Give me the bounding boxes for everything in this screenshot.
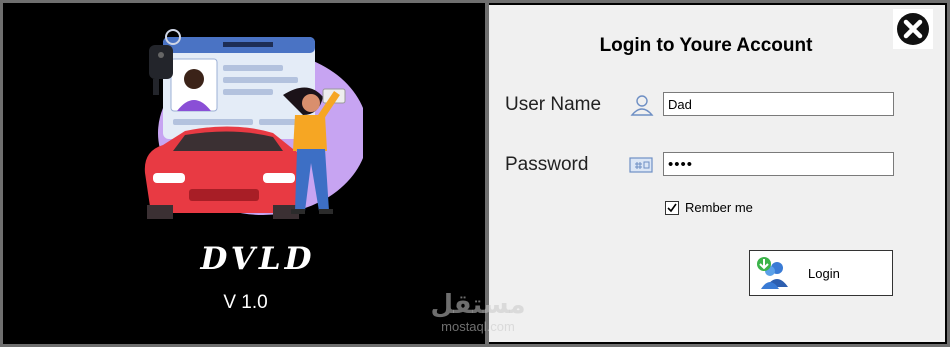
password-label: Password	[505, 154, 589, 175]
user-icon	[630, 95, 654, 116]
app-title: DVLD	[200, 241, 316, 277]
login-panel: Login to Youre Account User Name Passwor…	[489, 5, 945, 342]
watermark-latin: mostaql.com	[441, 319, 515, 334]
login-button-label: Login	[808, 265, 840, 281]
username-label: User Name	[505, 94, 602, 115]
remember-me-checkbox[interactable]	[665, 200, 679, 215]
login-button[interactable]: Login	[749, 250, 893, 296]
branding-panel: DVLD V 1.0	[3, 3, 485, 344]
password-input[interactable]	[663, 152, 894, 176]
username-input[interactable]	[663, 92, 894, 116]
app-version: V 1.0	[223, 292, 268, 313]
remember-me-label: Rember me	[685, 200, 753, 215]
remember-me-row[interactable]: Rember me	[665, 200, 753, 215]
login-users-icon	[757, 257, 788, 289]
license-car-illustration	[144, 29, 363, 219]
password-field-icon	[629, 157, 653, 173]
checkmark-icon	[667, 203, 677, 212]
watermark: مستقل mostaql.com	[428, 292, 528, 333]
watermark-arabic: مستقل	[430, 290, 526, 320]
form-title: Login to Youre Account	[599, 35, 813, 56]
license-card	[163, 37, 315, 139]
